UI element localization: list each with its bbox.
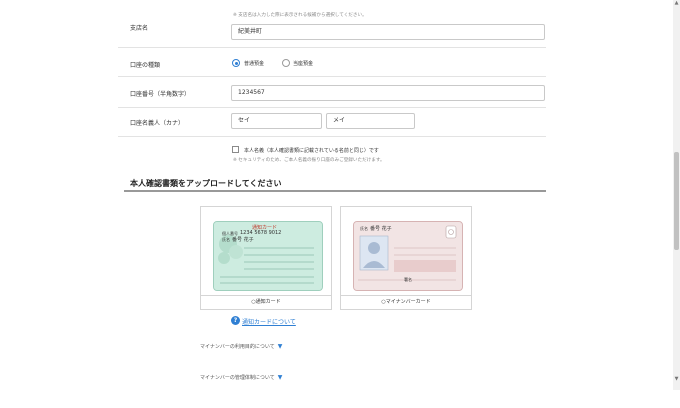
branch-label: 支店名 bbox=[130, 25, 149, 32]
account-number-input[interactable]: 1234567 bbox=[231, 85, 545, 101]
section-divider bbox=[124, 190, 546, 192]
same-name-note: ※ セキュリティのため、ご本人名義の振り口座のみご登録いただけます。 bbox=[233, 158, 385, 163]
same-name-checkbox[interactable] bbox=[232, 146, 239, 153]
notice-card-name: 番号 花子 bbox=[232, 237, 254, 243]
account-number-label: 口座番号（半角数字） bbox=[130, 91, 191, 98]
purpose-toggle-label: マイナンバーの利用目的について bbox=[200, 344, 275, 350]
management-toggle[interactable]: マイナンバーの管理体制について ▼ bbox=[200, 374, 282, 381]
divider bbox=[118, 76, 546, 77]
account-holder-label: 口座名義人（カナ） bbox=[130, 120, 185, 127]
mynumber-card-name: 番号 花子 bbox=[370, 226, 392, 232]
mynumber-card-caption[interactable]: ○マイナンバーカード bbox=[341, 295, 471, 309]
mynumber-card-sign: 署名 bbox=[404, 277, 412, 282]
branch-hint: ※ 支店名は入力した際に表示される候補から選択してください。 bbox=[233, 13, 367, 18]
scroll-up-icon[interactable]: ▲ bbox=[673, 0, 680, 7]
notice-card-help-link[interactable]: 通知カードについて bbox=[242, 317, 296, 326]
mynumber-card-name-label: 氏名 bbox=[360, 226, 368, 231]
radio-ordinary-label[interactable]: 普通預金 bbox=[244, 60, 264, 67]
purpose-toggle[interactable]: マイナンバーの利用目的について ▼ bbox=[200, 343, 282, 350]
divider bbox=[118, 107, 546, 108]
mynumber-card-option[interactable]: 氏名 番号 花子 署名 ○マイナンバーカード bbox=[340, 206, 472, 310]
scroll-down-icon[interactable]: ▼ bbox=[673, 376, 680, 383]
radio-current-label[interactable]: 当座預金 bbox=[293, 60, 313, 67]
radio-current[interactable] bbox=[282, 59, 290, 67]
page-bottom-area bbox=[0, 392, 680, 408]
question-circle-icon[interactable]: ? bbox=[231, 316, 240, 325]
same-name-label[interactable]: 本人名義（本人確認書類に記載されている名前と同じ）です bbox=[244, 147, 379, 154]
branch-input[interactable]: 紀美井町 bbox=[231, 24, 545, 40]
holder-last-name-input[interactable]: セイ bbox=[231, 113, 322, 129]
notice-card-caption[interactable]: ○通知カード bbox=[201, 295, 331, 309]
divider bbox=[118, 47, 546, 48]
triangle-down-icon: ▼ bbox=[277, 374, 283, 381]
notice-card-option[interactable]: 通知カード 個人番号 1234 5678 9012 氏名 番号 花子 ○通知カー… bbox=[200, 206, 332, 310]
divider bbox=[118, 136, 546, 137]
mynumber-card-image: 氏名 番号 花子 署名 bbox=[353, 221, 463, 291]
triangle-down-icon: ▼ bbox=[277, 343, 283, 350]
account-type-label: 口座の種類 bbox=[130, 62, 161, 69]
notice-card-name-label: 氏名 bbox=[222, 237, 230, 242]
radio-ordinary[interactable] bbox=[232, 59, 240, 67]
notice-card-image: 通知カード 個人番号 1234 5678 9012 氏名 番号 花子 bbox=[213, 221, 323, 291]
management-toggle-label: マイナンバーの管理体制について bbox=[200, 375, 275, 381]
upload-section-title: 本人確認書類をアップロードしてください bbox=[130, 179, 282, 188]
holder-first-name-input[interactable]: メイ bbox=[326, 113, 415, 129]
scrollbar-thumb[interactable] bbox=[674, 152, 679, 250]
